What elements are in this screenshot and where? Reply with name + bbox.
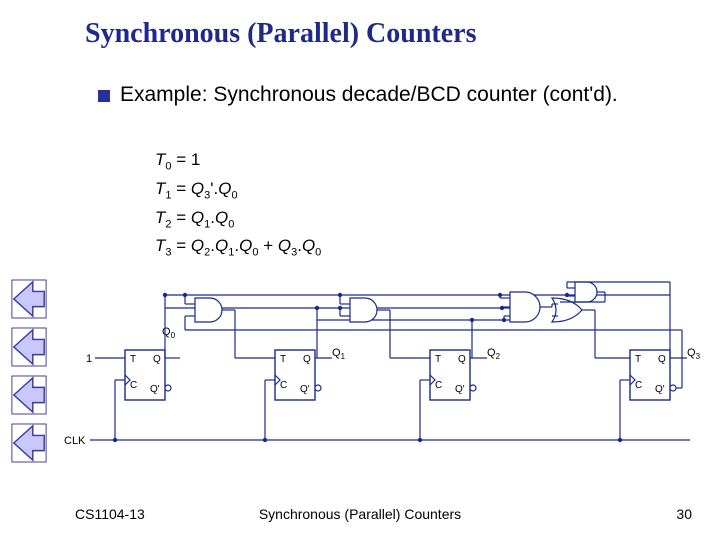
- svg-text:Q': Q': [300, 384, 310, 395]
- svg-text:Q': Q': [455, 384, 465, 395]
- ff-port-t: T: [130, 354, 136, 365]
- arrow-icon: [10, 326, 48, 368]
- svg-text:Q: Q: [303, 354, 311, 365]
- arrow-icon: [10, 278, 48, 320]
- svg-text:C: C: [435, 380, 442, 391]
- svg-text:Q': Q': [655, 384, 665, 395]
- svg-text:T: T: [435, 354, 441, 365]
- circuit-diagram: T C Q Q' 1 Q0 T C Q Q' Q1 T C Q Q' Q2: [70, 280, 710, 460]
- ff-port-qn: Q': [150, 384, 160, 395]
- svg-text:C: C: [635, 380, 642, 391]
- svg-text:Q2: Q2: [487, 347, 501, 361]
- footer-title: Synchronous (Parallel) Counters: [0, 506, 720, 522]
- slide-title: Synchronous (Parallel) Counters: [85, 18, 477, 50]
- sidebar: [0, 0, 58, 540]
- svg-text:Q0: Q0: [162, 326, 176, 340]
- ff-port-c: C: [130, 380, 137, 391]
- arrow-icon: [10, 422, 48, 464]
- input-1-label: 1: [86, 353, 92, 365]
- svg-text:Q3: Q3: [687, 347, 701, 361]
- svg-text:Q: Q: [658, 354, 666, 365]
- svg-text:T: T: [635, 354, 641, 365]
- clk-label: CLK: [64, 435, 86, 447]
- svg-text:Q1: Q1: [332, 347, 346, 361]
- svg-text:C: C: [280, 380, 287, 391]
- arrow-icon: [10, 374, 48, 416]
- footer-page-number: 30: [676, 506, 692, 522]
- bullet-text: Example: Synchronous decade/BCD counter …: [120, 82, 640, 108]
- bullet-square-icon: [98, 90, 110, 102]
- equations-block: T0 = 1 T1 = Q3'.Q0 T2 = Q1.Q0 T3 = Q2.Q1…: [155, 148, 321, 263]
- svg-text:T: T: [280, 354, 286, 365]
- svg-text:Q: Q: [458, 354, 466, 365]
- ff-port-q: Q: [153, 354, 161, 365]
